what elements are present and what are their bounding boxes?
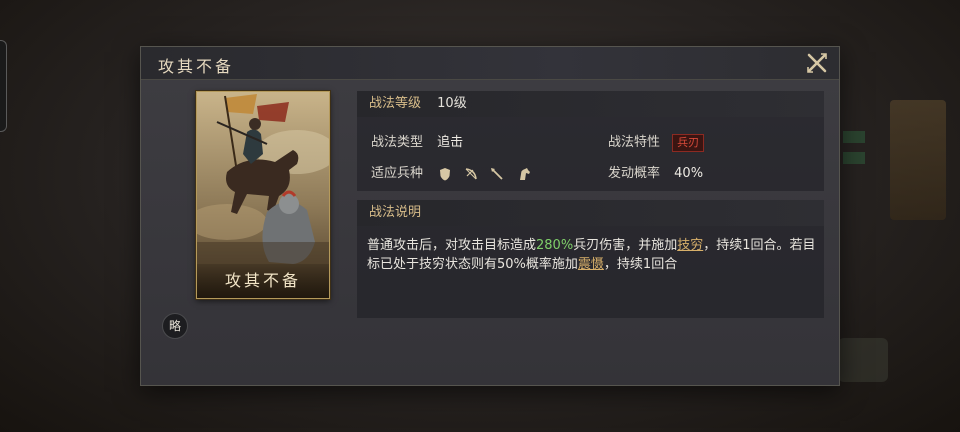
description-part2: 兵刃伤害，并施加 — [573, 238, 678, 253]
tactic-type-value: 追击 — [437, 135, 464, 150]
spear-icon — [489, 166, 505, 182]
tactic-rate-value: 40% — [674, 166, 704, 181]
tactic-trait-label: 战法特性 — [608, 135, 661, 150]
tactic-rate-row: 发动概率 40% — [608, 162, 703, 181]
tactic-type-row: 战法类型 追击 — [371, 131, 463, 150]
background-tag — [843, 152, 865, 164]
background-tag — [843, 131, 865, 143]
tactic-trait-row: 战法特性 兵刃 — [608, 131, 705, 152]
side-drawer-handle[interactable] — [0, 40, 7, 132]
damage-rate: 280% — [536, 238, 574, 253]
tactic-detail-dialog: 攻其不备 攻其不备 略 战法等级 10级 战法类型 追击 战法特性 兵刃 适应兵… — [140, 46, 840, 386]
brief-toggle-button[interactable]: 略 — [162, 313, 188, 339]
tactic-card[interactable]: 攻其不备 — [196, 91, 330, 299]
dialog-title: 攻其不备 — [158, 57, 235, 76]
close-button[interactable] — [805, 51, 829, 75]
tactic-type-label: 战法类型 — [371, 135, 424, 150]
tactic-troops-row: 适应兵种 — [371, 162, 532, 182]
tactic-rate-label: 发动概率 — [608, 166, 661, 181]
shield-icon — [437, 166, 453, 182]
description-part1: 普通攻击后，对攻击目标造成 — [367, 238, 537, 253]
status-link-deterred[interactable]: 震慑 — [578, 257, 604, 272]
description-header: 战法说明 — [357, 200, 824, 226]
horse-icon — [516, 166, 532, 182]
status-link-exhausted[interactable]: 技穷 — [677, 238, 703, 253]
card-title: 攻其不备 — [197, 264, 329, 298]
dialog-header: 攻其不备 — [141, 47, 839, 80]
tactic-description-panel: 战法说明 普通攻击后，对攻击目标造成280%兵刃伤害，并施加技穷，持续1回合。若… — [357, 200, 824, 318]
tactic-troops-label: 适应兵种 — [371, 166, 424, 181]
description-header-label: 战法说明 — [369, 205, 422, 220]
background-panel — [890, 100, 946, 220]
tactic-level-value: 10级 — [437, 96, 467, 111]
tactic-info-panel: 战法等级 10级 战法类型 追击 战法特性 兵刃 适应兵种 发动概率 40% — [357, 91, 824, 191]
background-button — [838, 338, 888, 382]
bow-icon — [463, 166, 479, 182]
description-text: 普通攻击后，对攻击目标造成280%兵刃伤害，并施加技穷，持续1回合。若目标已处于… — [367, 236, 817, 274]
tactic-level-row: 战法等级 10级 — [357, 91, 824, 117]
close-x-icon — [807, 53, 827, 73]
tactic-level-label: 战法等级 — [369, 96, 422, 111]
trait-badge: 兵刃 — [672, 133, 705, 152]
description-part4: ，持续1回合 — [603, 257, 678, 272]
